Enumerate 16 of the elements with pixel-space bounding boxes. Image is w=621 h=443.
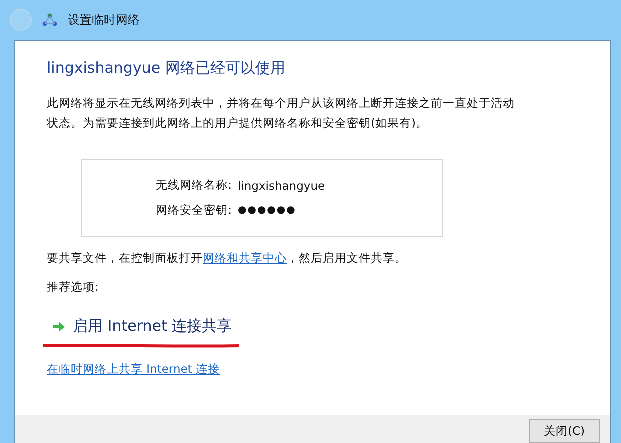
detail-label: 网络安全密钥: [155,203,233,218]
window-title: 设置临时网络 [68,12,140,28]
heading: lingxishangyue 网络已经可以使用 [47,59,286,78]
detail-label: 无线网络名称: [155,178,233,193]
sharing-note: 要共享文件，在控制面板打开网络和共享中心，然后启用文件共享。 [47,251,408,266]
network-icon [42,13,58,27]
close-button[interactable]: 关闭(C) [528,419,600,443]
share-internet-link[interactable]: 在临时网络上共享 Internet 连接 [47,362,220,376]
recommended-label: 推荐选项: [47,280,100,295]
back-button[interactable] [10,9,32,31]
security-key: ●●●●●● [238,205,296,216]
arrow-icon [53,322,65,332]
network-center-link[interactable]: 网络和共享中心 [203,251,287,265]
network-name: lingxishangyue [238,178,326,192]
sharing-command-link[interactable]: 启用 Internet 连接共享 [73,317,232,336]
description: 此网络将显示在无线网络列表中，并将在每个用户从该网络上断开连接之前一直处于活动状态。为需要连接到此网络上的用户提供网络名称和安全密钥(如果有)。 [47,95,516,132]
